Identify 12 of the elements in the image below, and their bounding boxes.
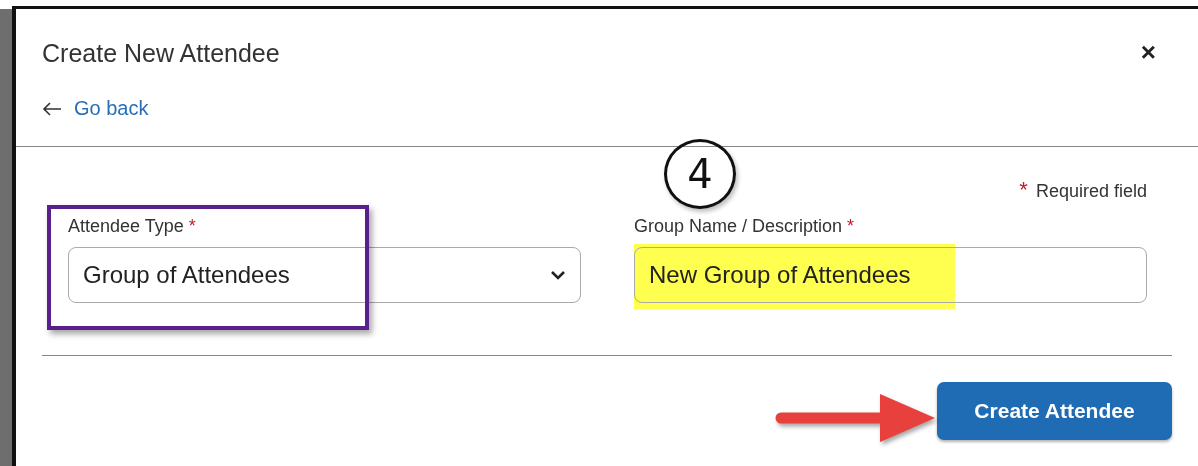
input-field[interactable]: New Group of Attendees — [634, 247, 1147, 303]
required-field-note: * Required field — [1019, 177, 1147, 203]
field-label: Attendee Type * — [68, 215, 196, 237]
close-button[interactable]: × — [1140, 37, 1156, 67]
dialog-title: Create New Attendee — [42, 38, 280, 69]
back-arrow-icon — [42, 101, 62, 116]
chevron-down-icon — [550, 270, 566, 280]
create-attendee-button[interactable]: Create Attendee — [937, 382, 1172, 440]
circled-number: 4 — [664, 139, 736, 209]
dropdown-field[interactable]: Group of Attendees — [68, 247, 581, 303]
go-back-link[interactable]: Go back — [74, 97, 149, 120]
field-label: Group Name / Description * — [634, 215, 855, 237]
